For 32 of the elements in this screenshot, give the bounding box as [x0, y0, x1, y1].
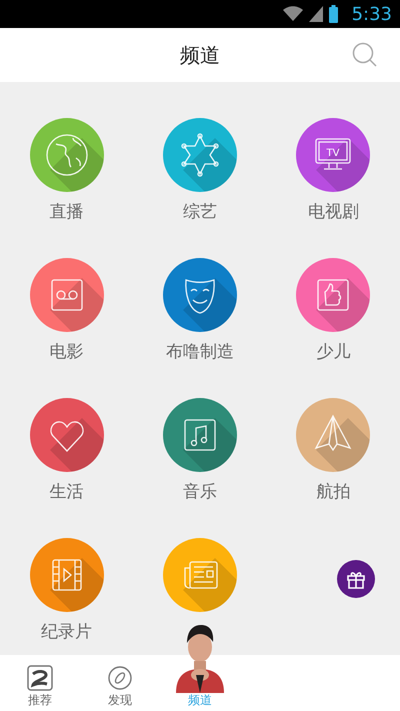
channel-label: 电影: [50, 341, 84, 363]
channel-label: 少儿: [316, 341, 350, 363]
mask-icon[interactable]: [162, 258, 237, 332]
clock: 5:33: [352, 2, 392, 26]
gift-icon: [346, 569, 366, 589]
globe-icon[interactable]: [30, 118, 104, 192]
channel-label: 音乐: [182, 481, 217, 503]
tv-icon[interactable]: TV: [296, 118, 370, 192]
film-icon[interactable]: [30, 538, 104, 612]
gift-button[interactable]: [337, 560, 375, 598]
channel-label: 纪录片: [41, 621, 92, 643]
tape-icon[interactable]: [30, 258, 104, 332]
search-icon[interactable]: [352, 42, 378, 68]
channel-label: 布噜制造: [166, 341, 234, 363]
music-icon[interactable]: [162, 398, 237, 472]
news-icon[interactable]: [162, 538, 237, 612]
channel-label: 综艺: [182, 201, 217, 223]
signal-icon: [308, 6, 323, 22]
page-title: 频道: [180, 42, 220, 69]
thumb-icon[interactable]: [296, 258, 370, 332]
compass-icon: [107, 665, 133, 691]
pyramid-icon[interactable]: [296, 398, 370, 472]
channel-label: 电视剧: [308, 201, 359, 223]
battery-icon: [328, 5, 338, 23]
channel-label: 航拍: [316, 481, 350, 503]
logo-icon: [27, 665, 53, 691]
wifi-icon: [282, 6, 303, 22]
channel-label: 生活: [50, 481, 84, 503]
tv-label: TV: [326, 148, 340, 159]
nav-tab[interactable]: 发现: [80, 655, 160, 711]
channel-label: 直播: [50, 201, 84, 223]
nav-tab[interactable]: 推荐: [0, 655, 80, 711]
